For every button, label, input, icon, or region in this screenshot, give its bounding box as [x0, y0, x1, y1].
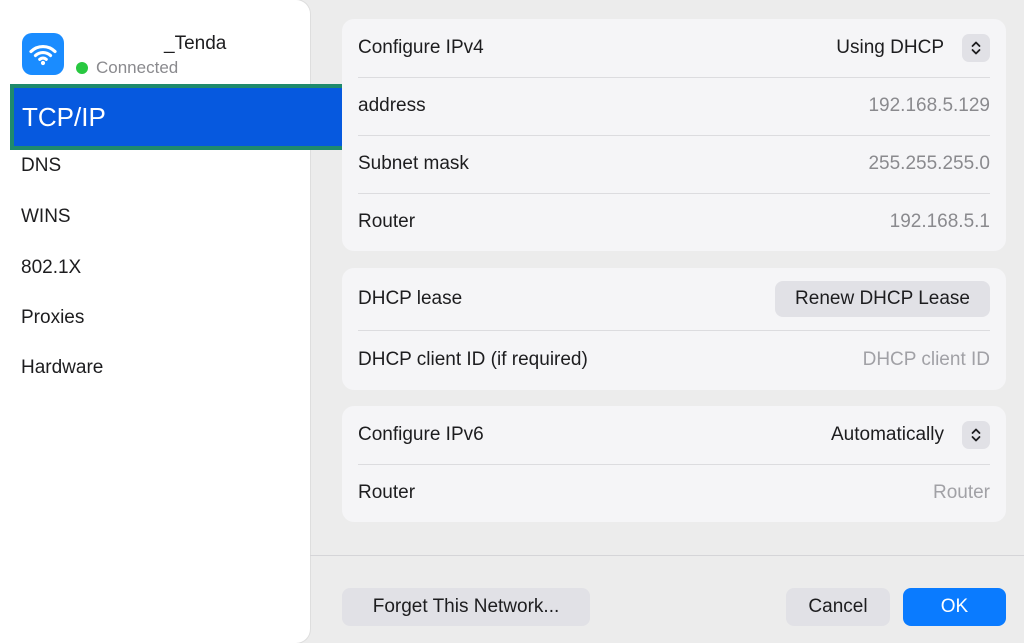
ipv4-router-row: Router 192.168.5.1	[342, 193, 1006, 251]
network-name: _Tenda	[88, 33, 227, 54]
ipv6-router-label: Router	[358, 482, 416, 503]
renew-dhcp-lease-button[interactable]: Renew DHCP Lease	[775, 281, 990, 317]
sidebar-item-dns[interactable]: DNS	[21, 155, 61, 177]
dhcp-section: DHCP lease Renew DHCP Lease DHCP client …	[342, 268, 1006, 390]
ipv6-router-row: Router Router	[342, 464, 1006, 522]
configure-ipv4-label: Configure IPv4	[358, 37, 484, 58]
sidebar-item-hardware[interactable]: Hardware	[21, 357, 103, 379]
chevron-up-down-icon[interactable]	[962, 34, 990, 62]
ok-button[interactable]: OK	[903, 588, 1006, 626]
footer-divider	[310, 555, 1024, 556]
forget-network-button[interactable]: Forget This Network...	[342, 588, 590, 626]
dhcp-client-id-input[interactable]: DHCP client ID	[863, 349, 990, 371]
sidebar-item-wins[interactable]: WINS	[21, 206, 71, 228]
ipv4-router-label: Router	[358, 211, 416, 232]
configure-ipv4-popup[interactable]: Using DHCP	[836, 34, 990, 62]
ipv4-router-value: 192.168.5.1	[889, 211, 990, 232]
configure-ipv4-value: Using DHCP	[836, 37, 944, 58]
wifi-icon	[22, 33, 64, 75]
dhcp-client-id-row: DHCP client ID (if required) DHCP client…	[342, 330, 1006, 390]
configure-ipv6-row: Configure IPv6 Automatically	[342, 406, 1006, 464]
subnet-mask-value: 255.255.255.0	[868, 153, 990, 174]
sidebar-item-tcp-ip[interactable]: TCP/IP	[10, 84, 370, 150]
subnet-mask-label: Subnet mask	[358, 153, 469, 174]
connected-status-dot	[76, 62, 88, 74]
sidebar-item-proxies[interactable]: Proxies	[21, 307, 84, 329]
network-header: _Tenda Connected	[22, 33, 302, 79]
ipv6-section: Configure IPv6 Automatically Router Rout…	[342, 406, 1006, 522]
dhcp-lease-row: DHCP lease Renew DHCP Lease	[342, 268, 1006, 330]
dhcp-client-id-label: DHCP client ID (if required)	[358, 349, 588, 370]
chevron-up-down-icon[interactable]	[962, 421, 990, 449]
dhcp-lease-label: DHCP lease	[358, 288, 463, 309]
network-status: Connected	[76, 58, 179, 77]
cancel-button[interactable]: Cancel	[786, 588, 890, 626]
ip-address-label: address	[358, 95, 426, 116]
ip-address-value: 192.168.5.129	[868, 95, 990, 116]
configure-ipv4-row: Configure IPv4 Using DHCP	[342, 19, 1006, 77]
subnet-mask-row: Subnet mask 255.255.255.0	[342, 135, 1006, 193]
ipv6-router-input[interactable]: Router	[933, 482, 990, 504]
network-status-text: Connected	[96, 58, 179, 77]
sidebar: _Tenda Connected TCP/IP DNS WINS 802.1X …	[0, 0, 370, 643]
configure-ipv6-popup[interactable]: Automatically	[831, 421, 990, 449]
ip-address-row: address 192.168.5.129	[342, 77, 1006, 135]
ipv4-section: Configure IPv4 Using DHCP address 192.16…	[342, 19, 1006, 251]
configure-ipv6-label: Configure IPv6	[358, 424, 484, 445]
sidebar-item-802-1x[interactable]: 802.1X	[21, 257, 81, 279]
configure-ipv6-value: Automatically	[831, 424, 944, 445]
